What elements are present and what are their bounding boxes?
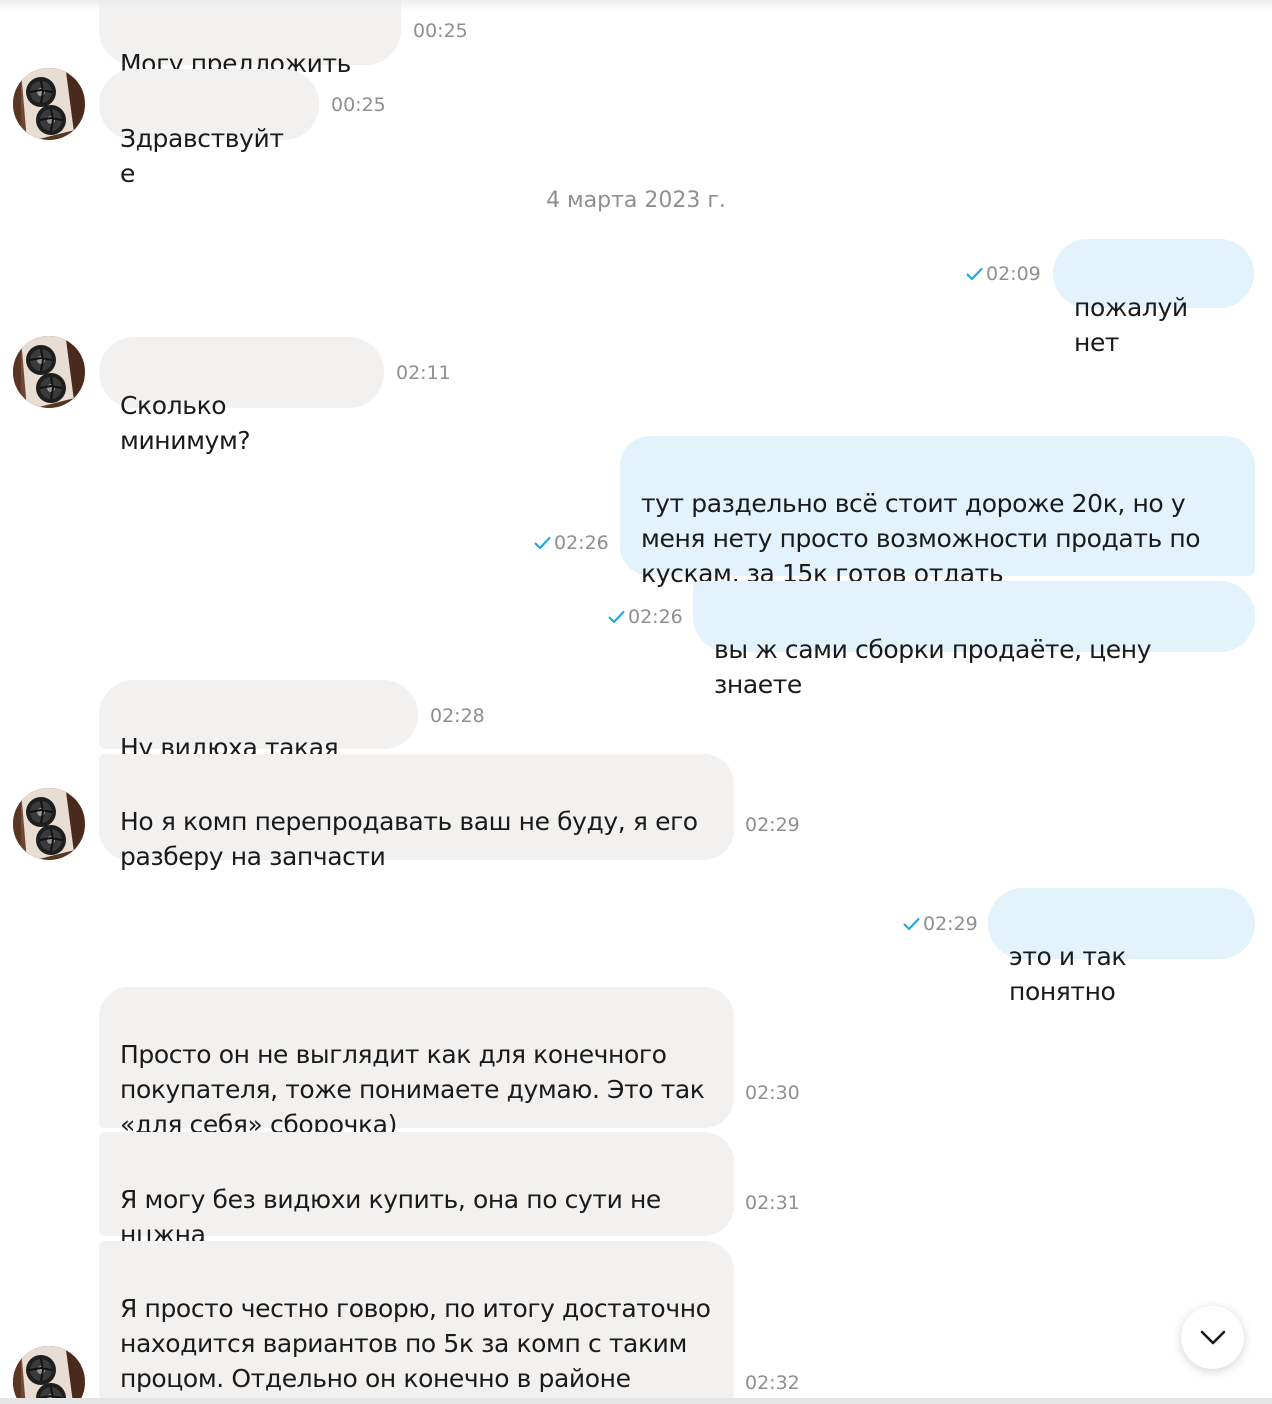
message-time: 02:31 [745, 1192, 800, 1214]
check-icon [534, 536, 551, 550]
graphics-card-photo [13, 336, 85, 408]
message-text: Я просто честно говорю, по итогу достато… [120, 1294, 711, 1393]
message-text: Сколько минимум? [120, 391, 251, 455]
message-time: 00:25 [331, 94, 386, 116]
incoming-message[interactable]: Сколько минимум? [99, 337, 384, 455]
message-text: пожалуй нет [1074, 293, 1188, 357]
bottom-divider [0, 1398, 1272, 1404]
top-fade [0, 0, 1272, 10]
graphics-card-photo [13, 788, 85, 860]
outgoing-message[interactable]: пожалуй нет [1053, 239, 1254, 357]
graphics-card-photo [13, 68, 85, 140]
message-text: Просто он не выглядит как для конечного … [120, 1040, 705, 1139]
incoming-message[interactable]: Я просто честно говорю, по итогу достато… [99, 1241, 734, 1398]
message-time: 02:09 [966, 263, 1041, 285]
message-time: 02:29 [903, 913, 978, 935]
incoming-message[interactable]: Здравствуйте [99, 69, 319, 188]
graphics-card-photo [13, 1346, 85, 1398]
scroll-to-bottom-button[interactable] [1181, 1306, 1244, 1369]
message-time: 02:26 [608, 606, 683, 628]
check-icon [903, 917, 920, 931]
incoming-message[interactable]: Но я комп перепродавать ваш не буду, я е… [99, 754, 734, 871]
message-text: Я могу без видюхи купить, она по сути не… [120, 1185, 661, 1249]
message-text: вы ж сами сборки продаёте, цену знаете [714, 635, 1152, 699]
outgoing-message[interactable]: вы ж сами сборки продаёте, цену знаете [693, 581, 1255, 699]
avatar[interactable] [13, 68, 85, 140]
message-text: Здравствуйте [120, 124, 284, 188]
date-separator: 4 марта 2023 г. [546, 188, 726, 213]
message-time: 02:28 [430, 705, 485, 727]
message-text: тут раздельно всё стоит дороже 20к, но у… [641, 489, 1201, 588]
check-icon [608, 610, 625, 624]
message-text: это и так понятно [1009, 942, 1127, 1006]
outgoing-message[interactable]: тут раздельно всё стоит дороже 20к, но у… [620, 436, 1255, 588]
message-time: 02:29 [745, 814, 800, 836]
message-time: 02:30 [745, 1082, 800, 1104]
outgoing-message[interactable]: это и так понятно [988, 888, 1255, 1006]
message-time: 02:11 [396, 362, 451, 384]
incoming-message[interactable]: Я могу без видюхи купить, она по сути не… [99, 1132, 734, 1249]
message-time: 02:32 [745, 1372, 800, 1394]
incoming-message[interactable]: Ну видюха такая себе [99, 680, 418, 797]
chat-history[interactable]: Могу предложить 5к 00:25 Здравствуйте 00… [0, 0, 1272, 1398]
message-time: 00:25 [413, 20, 468, 42]
message-time: 02:26 [534, 532, 609, 554]
avatar[interactable] [13, 336, 85, 408]
chevron-down-icon [1200, 1330, 1225, 1344]
check-icon [966, 267, 983, 281]
avatar[interactable] [13, 788, 85, 860]
incoming-message[interactable]: Просто он не выглядит как для конечного … [99, 987, 734, 1139]
avatar[interactable] [13, 1346, 85, 1398]
message-text: Но я комп перепродавать ваш не буду, я е… [120, 807, 698, 871]
